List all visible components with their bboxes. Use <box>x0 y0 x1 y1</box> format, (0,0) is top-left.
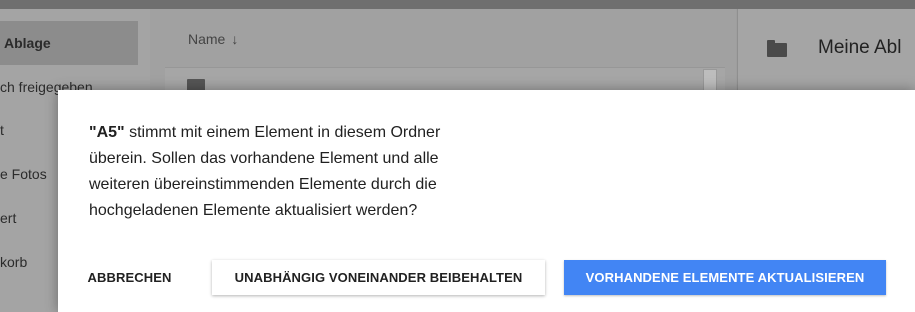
sidebar-item-label: t <box>0 122 4 138</box>
column-header-label: Name <box>188 31 226 47</box>
message-line-1: stimmt mit einem Element in diesem Ordne… <box>124 124 441 141</box>
sidebar-item-label: Ablage <box>4 35 51 51</box>
name-column-header[interactable]: Name ↓ <box>188 31 238 47</box>
sidebar-item-label: e Fotos <box>0 166 47 182</box>
update-existing-button[interactable]: VORHANDENE ELEMENTE AKTUALISIEREN <box>564 260 886 295</box>
keep-separate-button[interactable]: UNABHÄNGIG VONEINANDER BEIBEHALTEN <box>212 260 545 295</box>
item-name: "A5" <box>89 124 125 141</box>
cancel-button[interactable]: ABBRECHEN <box>77 260 182 295</box>
sidebar-item-label: korb <box>0 254 28 270</box>
sort-arrow-icon: ↓ <box>231 31 239 47</box>
update-dialog: "A5" stimmt mit einem Element in diesem … <box>58 90 915 312</box>
message-line-2: überein. Sollen das vorhandene Element u… <box>89 150 439 167</box>
details-title: Meine Abl <box>818 37 902 58</box>
dialog-message: "A5" stimmt mit einem Element in diesem … <box>89 120 499 224</box>
message-line-3: weiteren übereinstimmenden Elemente durc… <box>89 176 437 193</box>
folder-icon <box>767 40 787 57</box>
message-line-4: hochgeladenen Elemente aktualisiert werd… <box>89 202 418 219</box>
sidebar-item-label: ert <box>0 210 17 226</box>
sidebar-item-ablage[interactable]: Ablage <box>0 21 138 65</box>
top-bar <box>0 0 915 9</box>
